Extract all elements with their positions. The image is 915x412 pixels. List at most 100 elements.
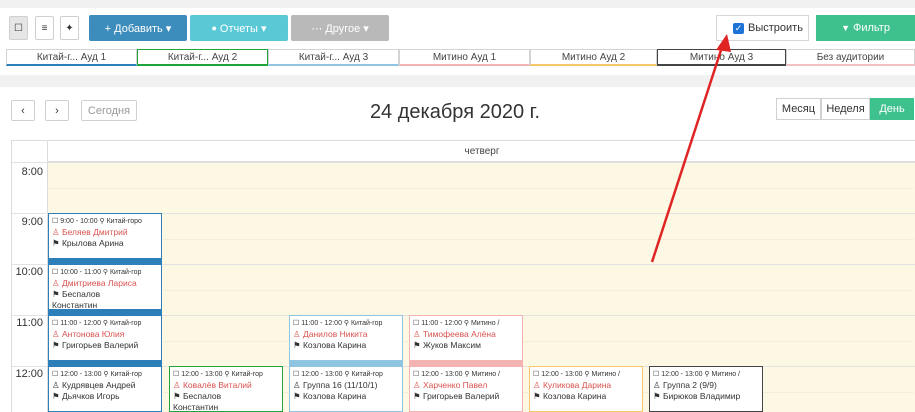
room-tab-china-1[interactable]: Китай-г... Ауд 1 [6,49,137,66]
event-teacher: ♙ Тимофеева Алёна [413,329,496,339]
room-tab-no-room[interactable]: Без аудитории [786,49,915,66]
hour-label: 11:00 [16,317,43,329]
calendar-grid-icon: ☐ [14,22,23,34]
event-card[interactable]: ☐ 12:00 - 13:00 ⚲ Митино / ♙ Группа 2 (9/… [649,366,763,412]
top-strip [0,0,915,8]
event-time: ☐ 12:00 - 13:00 ⚲ Митино / [413,371,500,378]
hour-label: 9:00 [21,216,43,228]
event-student: ⚑ Григорьев Валерий [413,391,500,401]
room-tab-mitino-2[interactable]: Митино Ауд 2 [530,49,657,66]
day-column-header: четверг [47,141,915,162]
reports-button[interactable]: ● Отчеты ▾ [190,15,288,41]
list-view-button[interactable]: ≡ [35,16,54,40]
room-tab-label: Китай-г... Ауд 3 [298,51,369,63]
week-view-button[interactable]: Неделя [821,98,870,120]
event-time: ☐ 11:00 - 12:00 ⚲ Китай-гор [52,320,142,327]
event-student: ⚑ Козлова Карина [533,391,607,401]
other-button-label: ⋯ Другое ▾ [311,22,369,35]
event-time: ☐ 9:00 - 10:00 ⚲ Китай-горо [52,218,142,225]
event-student: ⚑ Козлова Карина [293,391,367,401]
today-button[interactable]: Сегодня [81,100,137,121]
groups-view-button[interactable]: ✦ [60,16,79,40]
list-icon: ≡ [41,22,48,34]
event-teacher: ♙ Группа 16 (11/10/1) [293,380,378,390]
month-view-label: Месяц [781,103,816,115]
event-room-color-bar [410,360,522,365]
event-teacher: ♙ Куликова Дарина [533,380,612,390]
day-view-label: День [879,103,905,115]
event-student: ⚑ Беспалов [173,391,222,401]
event-time: ☐ 10:00 - 11:00 ⚲ Китай-гор [52,269,142,276]
filter-button-label: Фильтр [852,22,890,34]
room-tab-china-3[interactable]: Китай-г... Ауд 3 [268,49,399,66]
event-card[interactable]: ☐ 11:00 - 12:00 ⚲ Китай-гор ♙ Антонова Юл… [48,315,162,366]
calendar-view-button[interactable]: ☐ [9,16,28,40]
event-room-color-bar [290,360,402,365]
chevron-right-icon: › [55,104,59,117]
event-card[interactable]: ☐ 12:00 - 13:00 ⚲ Митино / ♙ Куликова Дар… [529,366,643,412]
half-hour-line [47,188,915,189]
month-view-button[interactable]: Месяц [776,98,821,120]
today-label: Сегодня [87,104,131,117]
room-tab-label: Китай-г... Ауд 1 [36,51,107,63]
reports-button-label: Отчеты ▾ [219,22,267,35]
reports-icon: ● [211,23,217,33]
event-room-color-bar [49,360,161,365]
graduation-icon: ✦ [65,22,74,34]
event-card[interactable]: ☐ 11:00 - 12:00 ⚲ Митино / ♙ Тимофеева Ал… [409,315,523,366]
room-tab-china-2[interactable]: Китай-г... Ауд 2 [137,49,268,66]
add-button-label: + Добавить ▾ [104,22,172,35]
event-student: ⚑ Григорьев Валерий [52,340,139,350]
other-button[interactable]: ⋯ Другое ▾ [291,15,389,41]
room-tab-mitino-1[interactable]: Митино Ауд 1 [399,49,530,66]
next-button[interactable]: › [45,100,69,121]
filter-button[interactable]: ▼ Фильтр [816,15,915,41]
room-tab-label: Без аудитории [816,51,885,63]
event-time: ☐ 12:00 - 13:00 ⚲ Китай-гор [52,371,142,378]
event-teacher: ♙ Данилов Никита [293,329,368,339]
prev-button[interactable]: ‹ [11,100,35,121]
event-card[interactable]: ☐ 10:00 - 11:00 ⚲ Китай-гор ♙ Дмитриева Л… [48,264,162,315]
build-checkbox-control[interactable]: ✓ Выстроить [716,15,809,41]
day-grid: четверг 8:00 9:00 10:00 11:00 12:00 ☐ 9:… [11,140,915,412]
room-tab-label: Митино Ауд 1 [432,51,497,63]
event-card[interactable]: ☐ 12:00 - 13:00 ⚲ Митино / ♙ Харченко Пав… [409,366,523,412]
event-room-color-bar [49,258,161,263]
event-student: ⚑ Жуков Максим [413,340,481,350]
hour-label: 10:00 [15,266,43,278]
day-view-button[interactable]: День [870,98,914,120]
event-teacher: ♙ Группа 2 (9/9) [653,380,717,390]
event-time: ☐ 12:00 - 13:00 ⚲ Митино / [653,371,740,378]
event-card[interactable]: ☐ 9:00 - 10:00 ⚲ Китай-горо ♙ Беляев Дмит… [48,213,162,264]
event-card[interactable]: ☐ 12:00 - 13:00 ⚲ Китай-гор ♙ Ковалёв Вит… [169,366,283,412]
event-teacher: ♙ Харченко Павел [413,380,488,390]
event-time: ☐ 12:00 - 13:00 ⚲ Митино / [533,371,620,378]
event-room-color-bar [49,309,161,314]
calendar-title: 24 декабря 2020 г. [369,101,541,123]
half-hour-line [47,239,915,240]
event-time: ☐ 11:00 - 12:00 ⚲ Китай-гор [293,320,383,327]
event-student: ⚑ Козлова Карина [293,340,367,350]
add-button[interactable]: + Добавить ▾ [89,15,187,41]
event-time: ☐ 11:00 - 12:00 ⚲ Митино / [413,320,500,327]
room-tab-mitino-3[interactable]: Митино Ауд 3 [657,49,786,66]
event-teacher: ♙ Кудрявцев Андрей [52,380,136,390]
event-student: ⚑ Дьячков Игорь [52,391,120,401]
event-time: ☐ 12:00 - 13:00 ⚲ Китай-гор [293,371,383,378]
event-time: ☐ 12:00 - 13:00 ⚲ Китай-гор [173,371,263,378]
room-tab-label: Митино Ауд 2 [561,51,626,63]
week-view-label: Неделя [826,103,865,115]
hour-line [12,162,915,163]
hour-label: 8:00 [21,166,43,178]
event-card[interactable]: ☐ 11:00 - 12:00 ⚲ Китай-гор ♙ Данилов Ник… [289,315,403,366]
schedule-page: ☐ ≡ ✦ + Добавить ▾ ● Отчеты ▾ ⋯ Другое ▾ … [0,0,915,412]
room-tab-label: Китай-г... Ауд 2 [167,51,238,63]
event-teacher: ♙ Ковалёв Виталий [173,380,252,390]
event-card[interactable]: ☐ 12:00 - 13:00 ⚲ Китай-гор ♙ Кудрявцев А… [48,366,162,412]
event-teacher: ♙ Беляев Дмитрий [52,227,128,237]
half-hour-line [47,290,915,291]
event-card[interactable]: ☐ 12:00 - 13:00 ⚲ Китай-гор ♙ Группа 16 (… [289,366,403,412]
build-checkbox[interactable]: ✓ [733,22,744,34]
event-teacher: ♙ Антонова Юлия [52,329,125,339]
event-student: ⚑ Беспалов [52,289,101,299]
